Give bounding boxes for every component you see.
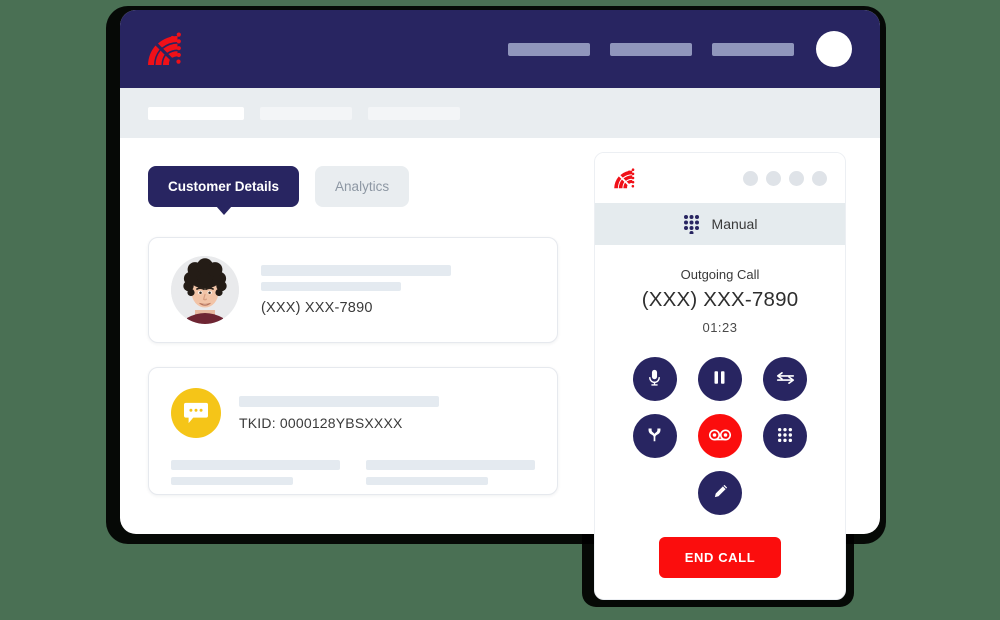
keypad-button[interactable] xyxy=(763,414,808,458)
app-header xyxy=(120,10,880,88)
ticket-id: TKID: 0000128YBSXXXX xyxy=(239,414,403,431)
call-number: (XXX) XXX-7890 xyxy=(641,288,799,311)
merge-split-icon xyxy=(646,426,663,446)
nav-item-3[interactable] xyxy=(712,42,794,56)
ticket-top: TKID: 0000128YBSXXXX xyxy=(171,388,535,438)
transfer-arrows-icon xyxy=(776,370,795,389)
dialer-header xyxy=(595,153,845,203)
window-dot-3[interactable] xyxy=(789,170,804,186)
tab-customer-details[interactable]: Customer Details xyxy=(148,166,300,215)
customer-details-card: (XXX) XXX-7890 xyxy=(148,237,558,343)
customer-subtitle-placeholder xyxy=(261,281,401,291)
edit-button[interactable] xyxy=(698,471,742,515)
ticket-card: TKID: 0000128YBSXXXX xyxy=(148,367,558,495)
mute-button[interactable] xyxy=(632,357,677,401)
window-dot-1[interactable] xyxy=(743,170,758,186)
radial-fan-logo-icon xyxy=(146,32,182,66)
voicemail-icon xyxy=(708,428,732,444)
keypad-icon xyxy=(777,427,793,446)
ticket-detail-line-4 xyxy=(366,477,488,485)
pencil-icon xyxy=(712,483,729,503)
breadcrumb-item-1[interactable] xyxy=(148,106,244,120)
tab-analytics[interactable]: Analytics xyxy=(315,166,410,207)
customer-info: (XXX) XXX-7890 xyxy=(261,264,451,316)
microphone-icon xyxy=(646,368,663,390)
window-control-dots xyxy=(743,170,827,186)
breadcrumb-item-2[interactable] xyxy=(260,106,352,120)
call-info: Outgoing Call (XXX) XXX-7890 01:23 xyxy=(595,245,845,335)
ticket-detail-column-2 xyxy=(366,460,535,485)
header-nav xyxy=(508,42,794,56)
ticket-title-placeholder xyxy=(239,395,439,407)
customer-phone: (XXX) XXX-7890 xyxy=(261,299,373,316)
customer-name-placeholder xyxy=(261,264,451,276)
nav-item-1[interactable] xyxy=(508,42,590,56)
call-type-label: Outgoing Call xyxy=(680,267,760,282)
ticket-detail-line-3 xyxy=(366,460,535,470)
chat-bubble-icon xyxy=(171,388,221,438)
call-timer: 01:23 xyxy=(702,320,738,335)
merge-button[interactable] xyxy=(632,414,677,458)
nav-item-2[interactable] xyxy=(610,42,692,56)
ticket-detail-column-1 xyxy=(171,460,340,485)
dial-mode-manual[interactable]: Manual xyxy=(595,203,845,245)
keypad-icon xyxy=(683,214,700,235)
radial-fan-logo-icon xyxy=(613,167,635,189)
user-avatar-icon[interactable] xyxy=(816,31,852,67)
transfer-button[interactable] xyxy=(763,357,808,401)
ticket-detail-rows xyxy=(171,460,535,485)
window-dot-2[interactable] xyxy=(766,170,781,186)
end-call-row: END CALL xyxy=(595,537,845,578)
customer-photo xyxy=(171,256,239,324)
edit-row xyxy=(595,471,845,515)
end-call-button[interactable]: END CALL xyxy=(658,537,782,578)
hold-button[interactable] xyxy=(697,357,742,401)
breadcrumb-item-3[interactable] xyxy=(368,106,460,120)
window-dot-4[interactable] xyxy=(812,170,827,186)
dialer-panel: Manual Outgoing Call (XXX) XXX-7890 01:2… xyxy=(594,152,846,600)
ticket-detail-line-1 xyxy=(171,460,340,470)
breadcrumb xyxy=(120,88,880,138)
ticket-detail-line-2 xyxy=(171,477,293,485)
pause-icon xyxy=(712,370,727,388)
ticket-info: TKID: 0000128YBSXXXX xyxy=(239,395,439,431)
call-controls xyxy=(622,357,818,458)
dial-mode-label: Manual xyxy=(711,216,758,232)
record-button[interactable] xyxy=(697,414,742,458)
